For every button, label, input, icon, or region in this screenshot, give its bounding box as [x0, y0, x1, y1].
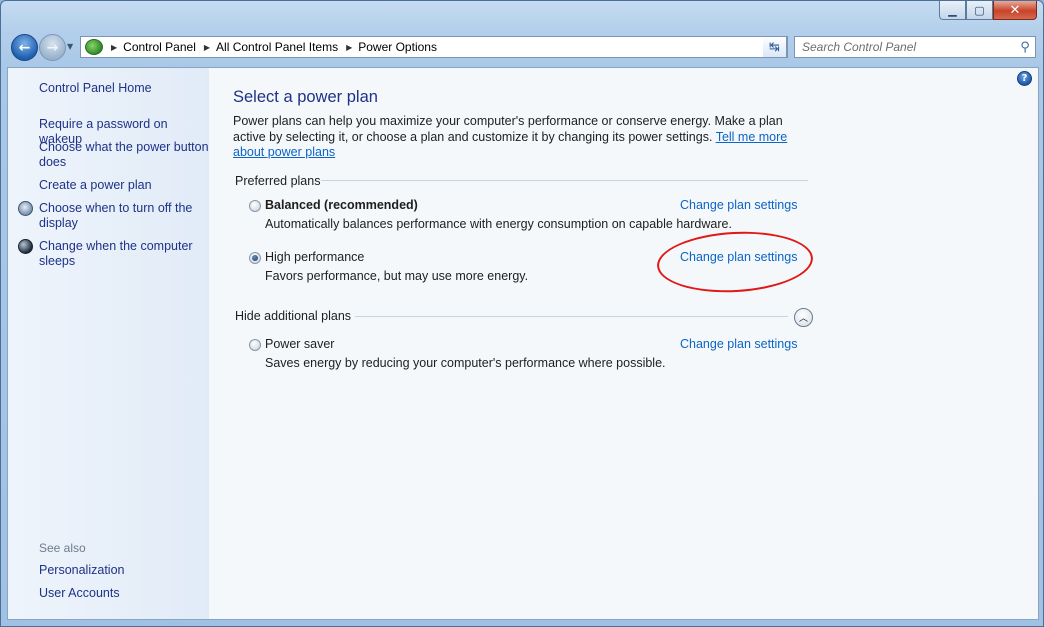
- search-icon[interactable]: ⚲: [1015, 40, 1035, 55]
- search-box[interactable]: ⚲: [794, 36, 1036, 58]
- plan-name-power-saver[interactable]: Power saver: [265, 337, 334, 351]
- divider: [355, 316, 788, 317]
- search-input[interactable]: [795, 40, 1015, 54]
- back-button[interactable]: ←: [11, 34, 38, 61]
- sidebar-link-create-plan[interactable]: Create a power plan: [39, 178, 209, 193]
- sidebar-link-home[interactable]: Control Panel Home: [39, 81, 209, 96]
- breadcrumb-separator-icon[interactable]: ▶: [346, 43, 352, 52]
- sidebar-link-computer-sleeps[interactable]: Change when the computer sleeps: [39, 239, 209, 269]
- radio-power-saver[interactable]: [249, 339, 261, 351]
- breadcrumb-control-panel[interactable]: Control Panel: [123, 40, 196, 54]
- breadcrumb-power-options[interactable]: Power Options: [358, 40, 437, 54]
- breadcrumb-separator-icon[interactable]: ▶: [204, 43, 210, 52]
- see-also-heading: See also: [39, 541, 86, 555]
- radio-balanced[interactable]: [249, 200, 261, 212]
- hide-additional-plans-label[interactable]: Hide additional plans: [235, 309, 351, 323]
- plan-name-high-performance[interactable]: High performance: [265, 250, 364, 264]
- radio-high-performance[interactable]: [249, 252, 261, 264]
- maximize-button[interactable]: ▢: [966, 1, 993, 20]
- forward-button[interactable]: →: [39, 34, 66, 61]
- preferred-plans-label: Preferred plans: [235, 174, 321, 188]
- see-also-user-accounts[interactable]: User Accounts: [39, 586, 209, 601]
- divider: [321, 180, 808, 181]
- control-panel-icon: [85, 39, 103, 55]
- intro-text: Power plans can help you maximize your c…: [233, 114, 813, 161]
- content-area: Control Panel Home Require a password on…: [7, 67, 1039, 620]
- breadcrumb-separator-icon[interactable]: ▶: [111, 43, 117, 52]
- sidebar: Control Panel Home Require a password on…: [8, 68, 209, 619]
- recent-pages-dropdown-icon[interactable]: ▼: [67, 42, 73, 51]
- monitor-clock-icon: [18, 201, 33, 216]
- help-icon[interactable]: ?: [1017, 71, 1032, 86]
- minimize-button[interactable]: ▁: [939, 1, 966, 20]
- red-annotation-circle: [655, 227, 815, 297]
- plan-desc-power-saver: Saves energy by reducing your computer's…: [265, 356, 666, 370]
- collapse-chevron-up-icon[interactable]: ︿: [794, 308, 813, 327]
- moon-icon: [18, 239, 33, 254]
- sidebar-link-power-button[interactable]: Choose what the power button does: [39, 140, 209, 170]
- sidebar-link-turn-off-display[interactable]: Choose when to turn off the display: [39, 201, 209, 231]
- caption-buttons: ▁ ▢ ✕: [939, 1, 1037, 21]
- address-bar[interactable]: ▶ Control Panel ▶ All Control Panel Item…: [80, 36, 788, 58]
- main-panel: ? Select a power plan Power plans can he…: [209, 68, 1038, 619]
- plan-desc-high-performance: Favors performance, but may use more ene…: [265, 269, 529, 283]
- change-settings-power-saver-link[interactable]: Change plan settings: [680, 337, 797, 351]
- window-frame: ▁ ▢ ✕ ← → ▼ ▶ Control Panel ▶ All Contro…: [0, 0, 1044, 627]
- refresh-button[interactable]: ↹: [763, 36, 787, 58]
- page-title: Select a power plan: [233, 88, 378, 106]
- breadcrumb-all-items[interactable]: All Control Panel Items: [216, 40, 338, 54]
- see-also-personalization[interactable]: Personalization: [39, 563, 209, 578]
- change-settings-balanced-link[interactable]: Change plan settings: [680, 198, 797, 212]
- plan-desc-balanced: Automatically balances performance with …: [265, 217, 732, 231]
- intro-body: Power plans can help you maximize your c…: [233, 114, 783, 144]
- close-button[interactable]: ✕: [993, 1, 1037, 20]
- plan-name-balanced[interactable]: Balanced (recommended): [265, 198, 418, 212]
